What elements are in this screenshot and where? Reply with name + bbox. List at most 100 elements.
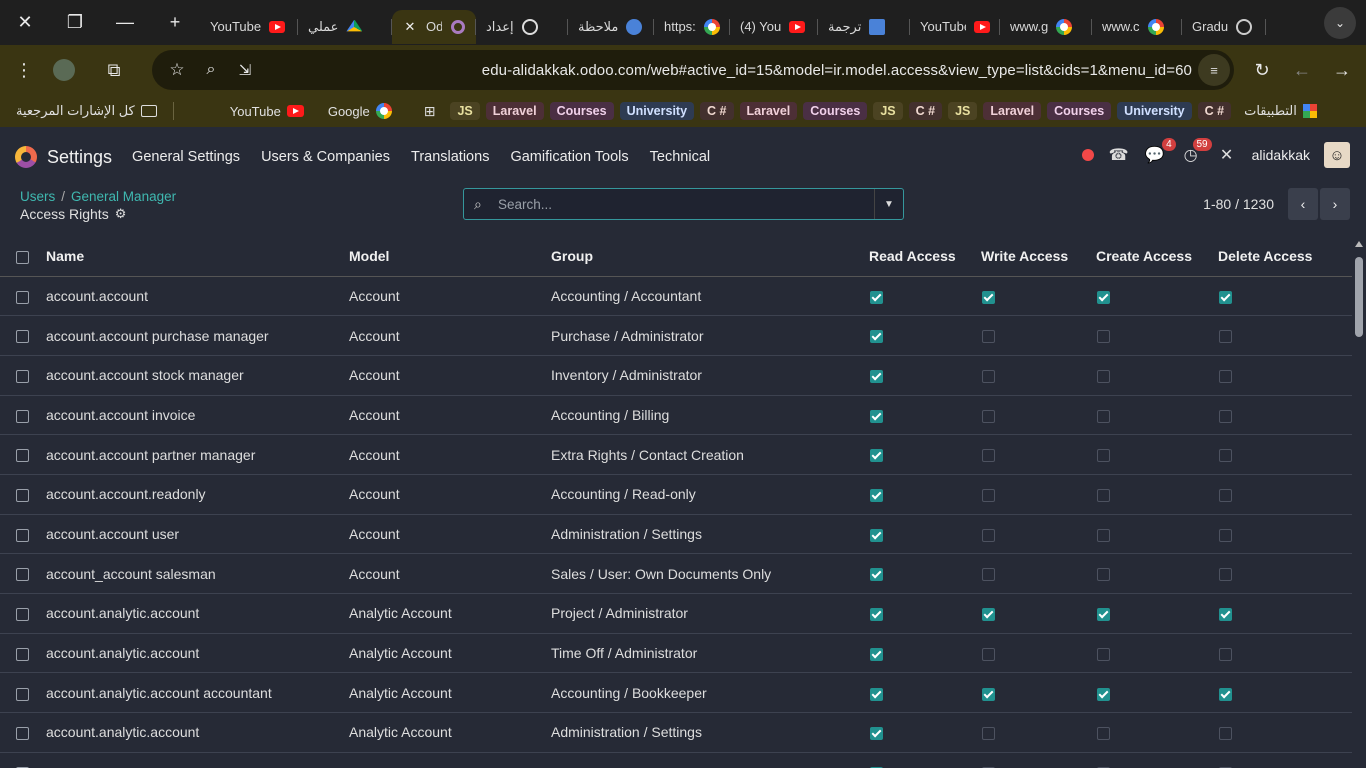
cell-model[interactable]: Account [349,434,551,475]
cell-group[interactable]: Accounting / Accountant [551,276,869,317]
apps-bookmark[interactable]: التطبيقات [1238,99,1323,123]
address-bar[interactable]: ☆ ⌕ ⇲ edu-alidakkak.odoo.com/web#active_… [152,50,1234,90]
browser-tab[interactable]: (4) You [730,10,818,44]
zoom-icon[interactable]: ⌕ [194,50,228,90]
table-row[interactable]: account.account purchase manager Account P… [0,315,1352,356]
create-access-checkbox[interactable] [1097,290,1110,304]
table-row[interactable]: account_account salesman Account Sales / U… [0,553,1352,594]
phone-icon[interactable]: ☎ [1108,144,1130,166]
row-select-checkbox[interactable] [16,528,29,542]
delete-access-checkbox[interactable] [1219,409,1232,423]
cell-model[interactable]: Account [349,474,551,515]
cell-model[interactable] [349,752,551,768]
table-row[interactable]: account.account invoice Account Accounting… [0,395,1352,436]
row-select-checkbox[interactable] [16,727,29,741]
cell-model[interactable]: Account [349,315,551,356]
row-select-checkbox[interactable] [16,647,29,661]
google-bookmark[interactable]: Google [322,99,398,123]
user-name[interactable]: alidakkak [1252,147,1310,163]
menu-item-general-settings[interactable]: General Settings [132,149,240,165]
read-access-checkbox[interactable] [870,528,883,542]
read-access-checkbox[interactable] [870,449,883,463]
cell-name[interactable]: account.account.readonly [46,474,349,515]
menu-item-users-companies[interactable]: Users & Companies [261,149,390,165]
table-row[interactable]: account.analytic.account Analytic Account… [0,593,1352,634]
scroll-up-icon[interactable] [1355,241,1363,247]
read-access-checkbox[interactable] [870,647,883,661]
install-app-icon[interactable]: ⇲ [228,50,262,90]
odoo-logo-icon[interactable] [15,146,37,168]
back-icon[interactable]: ← [1282,50,1322,90]
close-window-icon[interactable]: ✕ [0,0,50,45]
cell-model[interactable]: Analytic Account [349,672,551,714]
cell-group[interactable]: Sales / User: Own Documents Only [551,553,869,594]
cell-model[interactable]: Account [349,553,551,594]
cell-name[interactable]: account.account stock manager [46,355,349,396]
table-row[interactable]: account.analytic.account Analytic Account… [0,633,1352,674]
menu-item-gamification-tools[interactable]: Gamification Tools [510,149,628,165]
debug-tools-icon[interactable]: ✕ [1216,144,1238,166]
menu-item-translations[interactable]: Translations [411,149,489,165]
create-access-checkbox[interactable] [1097,489,1110,503]
create-access-checkbox[interactable] [1097,409,1110,423]
cell-model[interactable]: Account [349,355,551,396]
select-all-checkbox[interactable] [16,251,29,265]
cell-name[interactable]: account.account purchase manager [46,315,349,356]
pager-previous-icon[interactable]: ‹ [1288,188,1318,220]
write-access-checkbox[interactable] [982,330,995,344]
bookmark-chip-courses[interactable]: Courses [1047,102,1112,120]
search-options-toggle-icon[interactable]: ▼ [874,189,903,219]
bookmark-chip-js[interactable]: JS [450,102,480,120]
write-access-checkbox[interactable] [982,290,995,304]
row-select-checkbox[interactable] [16,370,29,384]
column-header-write-access[interactable]: Write Access [981,237,1096,277]
tab-search-chevron-icon[interactable]: ⌄ [1324,6,1356,39]
table-row[interactable]: account.account stock manager Account Inve… [0,355,1352,396]
cell-group[interactable] [551,752,869,768]
bookmark-chip-js[interactable]: JS [873,102,903,120]
create-access-checkbox[interactable] [1097,727,1110,741]
read-access-checkbox[interactable] [870,687,883,701]
table-row[interactable]: account.account partner manager Account Ex… [0,434,1352,475]
delete-access-checkbox[interactable] [1219,370,1232,384]
read-access-checkbox[interactable] [870,727,883,741]
browser-tab[interactable]: ✕ Odoo [392,9,476,44]
extensions-puzzle-icon[interactable]: ⧉ [94,50,134,90]
create-access-checkbox[interactable] [1097,370,1110,384]
cell-model[interactable]: Analytic Account [349,593,551,634]
cell-model[interactable]: Analytic Account [349,633,551,674]
app-name[interactable]: Settings [47,147,112,168]
cell-group[interactable]: Accounting / Billing [551,395,869,436]
avatar[interactable]: ☺ [1324,142,1350,168]
search-input[interactable] [498,196,878,212]
cell-group[interactable]: Administration / Settings [551,712,869,753]
bookmark-chip-js[interactable]: JS [948,102,978,120]
table-row[interactable]: account.analytic.account accountant Analy… [0,672,1352,714]
all-bookmarks-link[interactable]: كل الإشارات المرجعية [10,99,163,123]
browser-tab[interactable]: YouTube [200,10,298,44]
write-access-checkbox[interactable] [982,489,995,503]
create-access-checkbox[interactable] [1097,330,1110,344]
bookmark-chip-courses[interactable]: Courses [549,102,614,120]
cell-group[interactable]: Accounting / Read-only [551,474,869,515]
grid-apps-icon[interactable]: ⊞ [418,99,442,123]
bookmark-chip-university[interactable]: University [1117,102,1192,120]
bookmark-star-icon[interactable]: ☆ [160,50,194,90]
row-select-checkbox[interactable] [16,489,29,503]
delete-access-checkbox[interactable] [1219,330,1232,344]
menu-dots-icon[interactable]: ⋮ [4,50,44,90]
write-access-checkbox[interactable] [982,687,995,701]
browser-tab[interactable]: ملاحظة [568,10,654,44]
restore-window-icon[interactable]: ❐ [50,0,100,45]
messages-icon[interactable]: 💬 4 [1144,138,1176,166]
site-settings-icon[interactable]: ≡ [1198,54,1230,86]
cell-group[interactable]: Time Off / Administrator [551,633,869,674]
cell-model[interactable]: Account [349,276,551,317]
row-select-checkbox[interactable] [16,330,29,344]
cell-group[interactable]: Purchase / Administrator [551,315,869,356]
column-header-read-access[interactable]: Read Access [869,237,981,277]
delete-access-checkbox[interactable] [1219,608,1232,622]
read-access-checkbox[interactable] [870,608,883,622]
cell-name[interactable] [46,752,349,768]
write-access-checkbox[interactable] [982,647,995,661]
